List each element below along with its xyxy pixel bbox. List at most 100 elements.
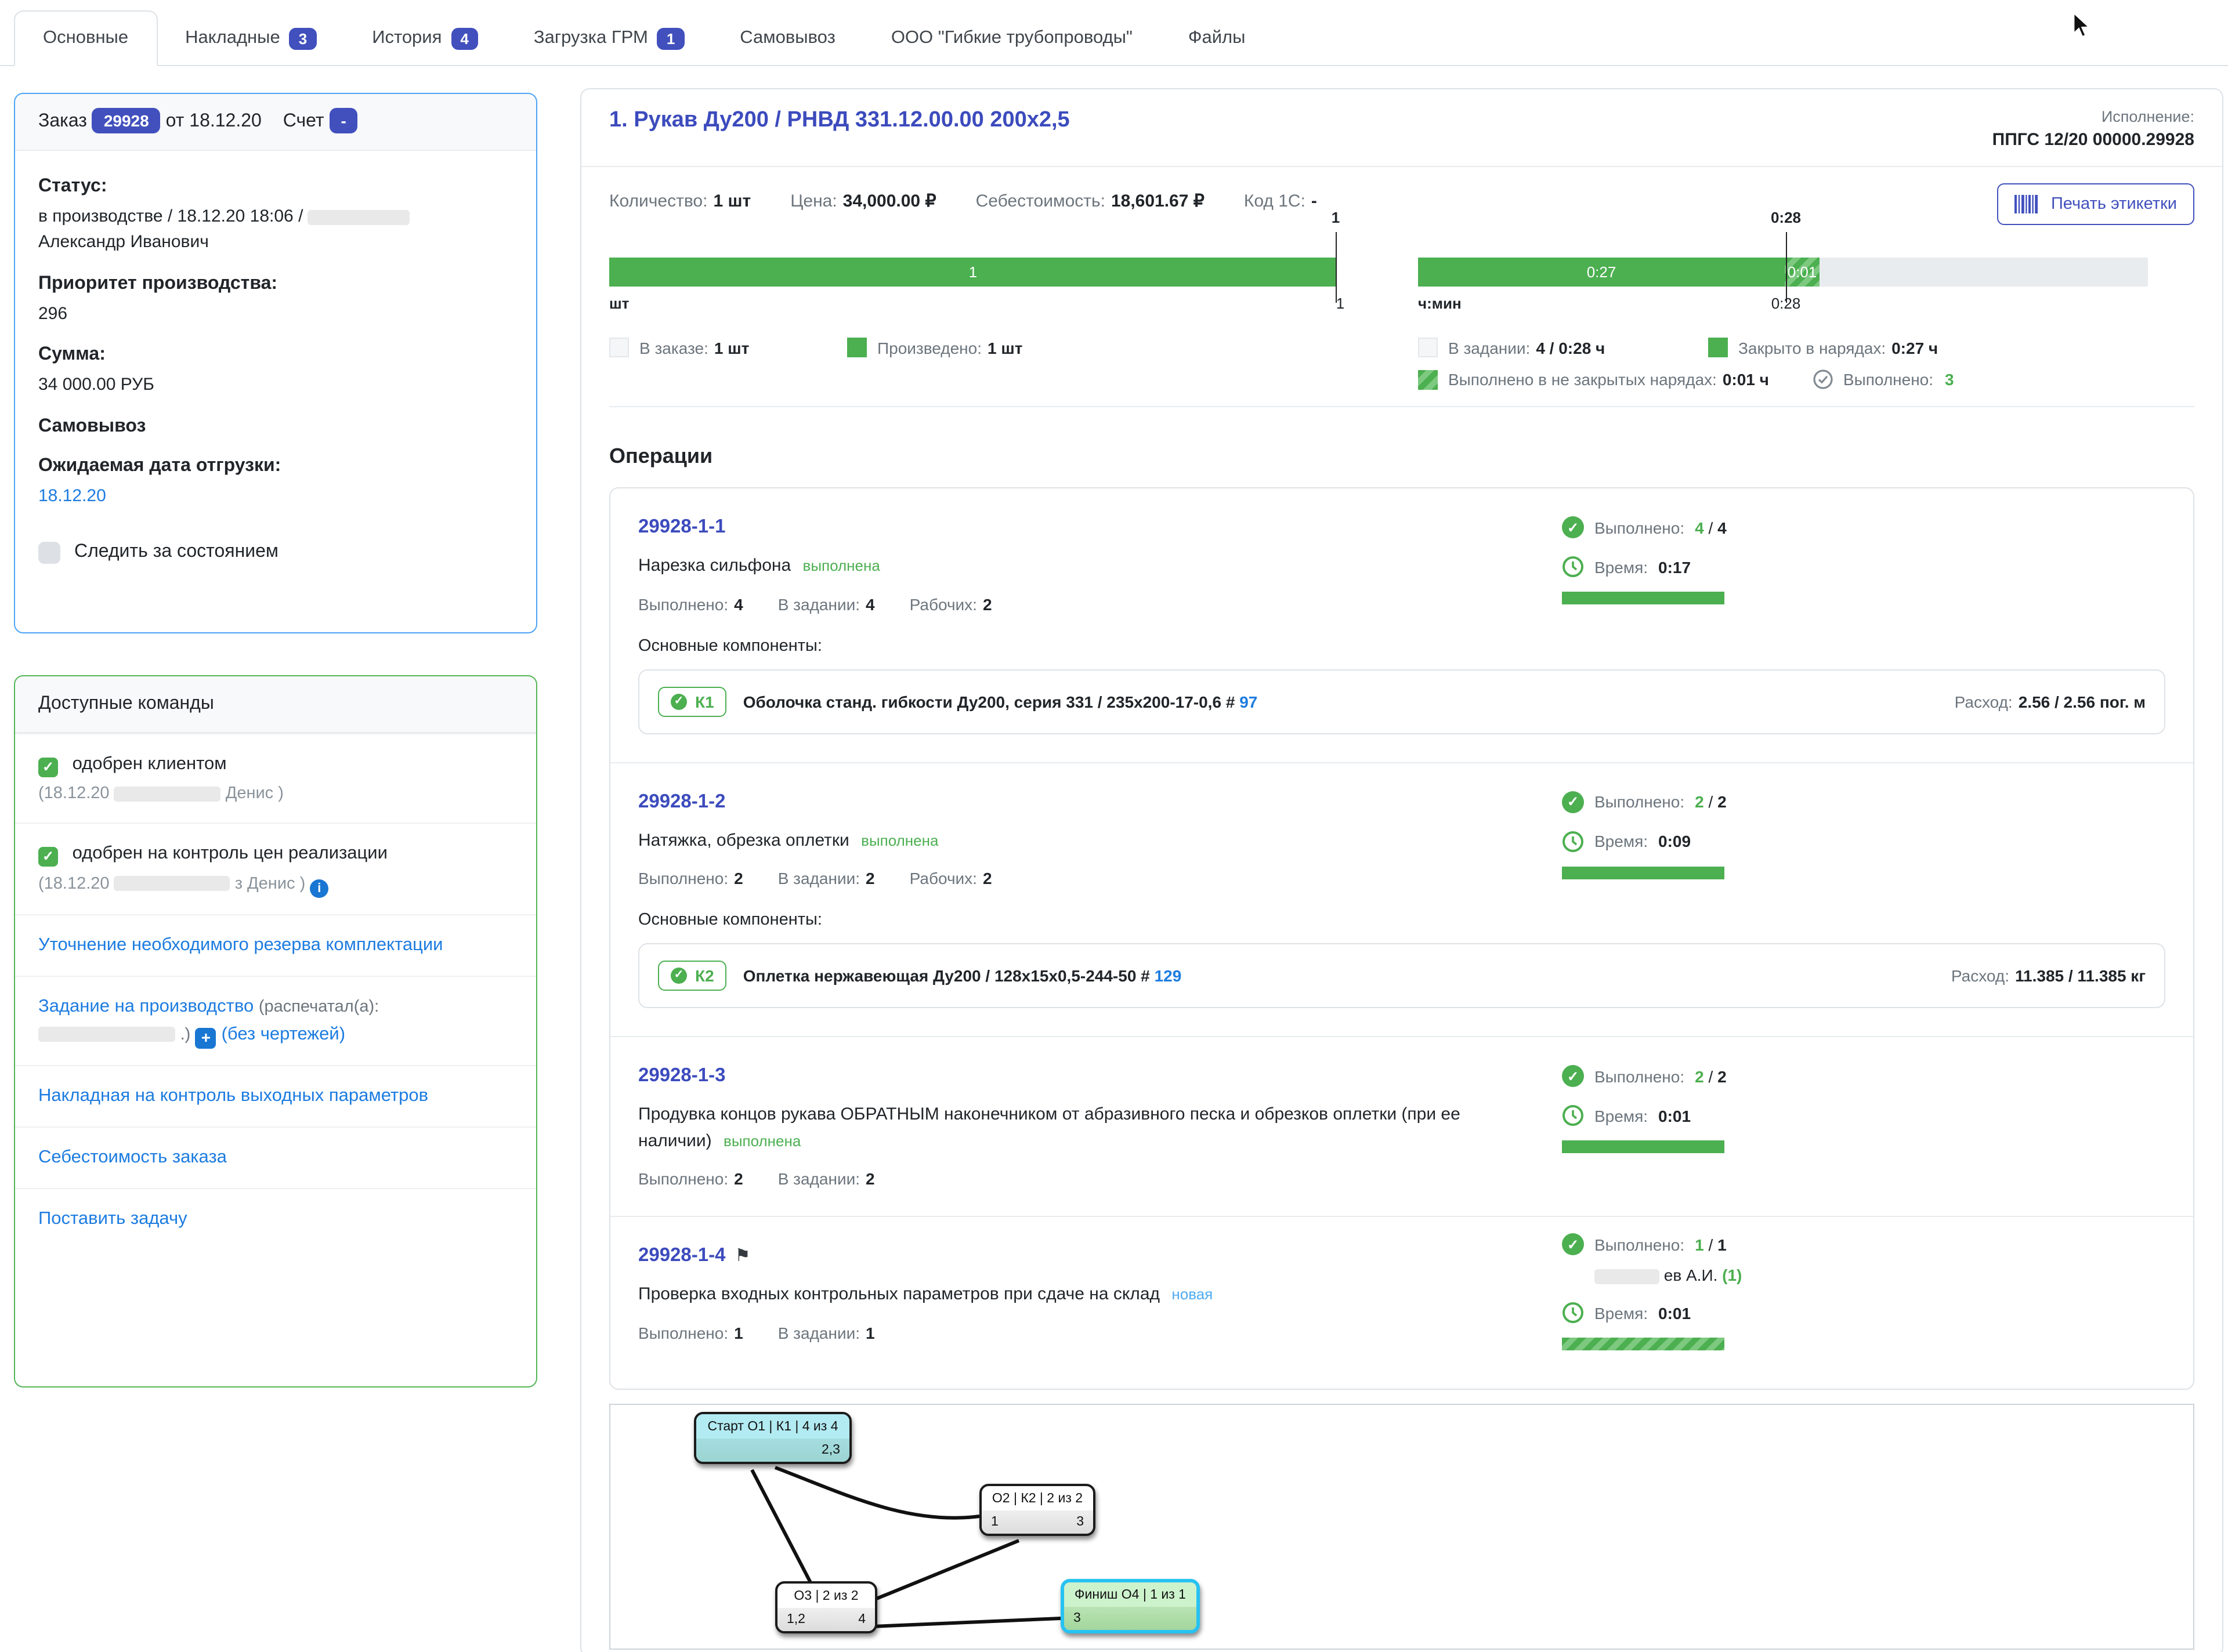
order-page: Основные Накладные 3 История4 Загрузка ГР…: [0, 0, 2228, 1652]
priority-value: 296: [38, 301, 513, 327]
tab-label: Загрузка ГРМ: [534, 28, 648, 49]
command-output-params-invoice: Накладная на контроль выходных параметро…: [15, 1065, 536, 1126]
tab-count-badge: 3: [290, 27, 316, 49]
quantity-tick: [1336, 232, 1337, 303]
progress-bars: 1 1 1 шт 0:27 0:01 0:28 0:28 ч:мин: [609, 258, 2194, 287]
legend-swatch-light: [609, 338, 629, 357]
component-badge[interactable]: ✓К2: [658, 961, 727, 991]
output-params-link[interactable]: Накладная на контроль выходных параметро…: [38, 1086, 428, 1106]
check-circle-icon: ✓: [1562, 516, 1584, 538]
tab-grm-load[interactable]: Загрузка ГРМ1: [506, 12, 712, 65]
operation-row: 29928-1-1 Нарезка сильфона выполнена Вып…: [610, 488, 2193, 762]
follow-label: Следить за состоянием: [74, 542, 278, 563]
stat-qty: Количество:1 шт: [609, 191, 751, 211]
tab-history[interactable]: История4: [344, 12, 506, 65]
check-circle-icon: ✓: [1562, 791, 1584, 813]
operation-link[interactable]: 29928-1-2: [638, 791, 725, 811]
ship-date-link[interactable]: 18.12.20: [38, 486, 106, 506]
command-meta: (18.12.20 Денис ): [38, 781, 513, 807]
operation-row: 29928-1-4 ⚑ Проверка входных контрольных …: [610, 1216, 2193, 1388]
sum-label: Сумма:: [38, 345, 513, 366]
flag-icon: ⚑: [735, 1246, 750, 1266]
time-bar: 0:27 0:01: [1418, 258, 2148, 287]
operation-time-bar: [1562, 1338, 1724, 1350]
production-task-link[interactable]: Задание на производство: [38, 997, 254, 1016]
barcode-icon: [2015, 195, 2041, 213]
stats-row: Количество:1 шт Цена:34,000.00 ₽ Себесто…: [609, 190, 2194, 211]
operation-time-bar: [1562, 866, 1724, 879]
operation-progress: ✓Выполнено:1 / 1 ев А.И. (1) Время:0:01: [1562, 1233, 2165, 1350]
ship-date-row: 18.12.20: [38, 484, 513, 509]
order-label: Заказ: [38, 111, 87, 131]
operation-progress: ✓Выполнено:2 / 2 Время:0:09: [1562, 791, 2165, 879]
order-number-badge[interactable]: 29928: [92, 108, 161, 133]
diagram-node-start: Старт O1 | К1 | 4 из 4 2,3: [694, 1411, 852, 1463]
operation-progress: ✓Выполнено:2 / 2 Время:0:01: [1562, 1065, 2165, 1153]
execution-label: Исполнение:: [1992, 108, 2194, 125]
tab-pickup[interactable]: Самовывоз: [712, 12, 863, 65]
operation-time-bar: [1562, 1140, 1724, 1153]
component-stock-link[interactable]: 97: [1239, 692, 1257, 711]
operation-row: 29928-1-3 Продувка концов рукава ОБРАТНЫ…: [610, 1036, 2193, 1216]
component-name: Оплетка нержавеющая Ду200 / 128x15x0,5-2…: [743, 966, 1182, 985]
sum-value: 34 000.00 РУБ: [38, 373, 513, 398]
info-icon[interactable]: i: [310, 879, 328, 898]
available-commands-card: Доступные команды ✓ одобрен клиентом (18…: [14, 675, 537, 1387]
redacted-text: [1594, 1269, 1659, 1284]
no-drawings-link[interactable]: (без чертежей): [222, 1024, 345, 1044]
invoice-badge[interactable]: -: [329, 108, 357, 133]
time-closed-segment: 0:27: [1418, 258, 1785, 287]
quantity-produced-segment: 1: [609, 258, 1337, 287]
command-approved-price-control: ✓ одобрен на контроль цен реализации (18…: [15, 823, 536, 914]
order-date: от 18.12.20: [166, 111, 262, 131]
tab-bar: Основные Накладные 3 История4 Загрузка ГР…: [0, 0, 2228, 66]
check-circle-icon: ✓: [1562, 1065, 1584, 1087]
order-cost-link[interactable]: Себестоимость заказа: [38, 1147, 227, 1167]
time-tick-top-label: 0:28: [1751, 209, 1821, 226]
operation-link[interactable]: 29928-1-3: [638, 1065, 725, 1086]
print-label-button[interactable]: Печать этикетки: [1998, 183, 2194, 225]
operation-progress: ✓Выполнено:4 / 4 Время:0:17: [1562, 516, 2165, 604]
operation-name: Проверка входных контрольных параметров …: [638, 1282, 1497, 1308]
diagram-node-o3: O3 | 2 из 2 1,24: [775, 1581, 877, 1633]
components-label: Основные компоненты:: [638, 636, 2165, 655]
legend-swatch-green: [847, 338, 867, 357]
operation-link[interactable]: 29928-1-1: [638, 516, 725, 537]
tab-main[interactable]: Основные: [14, 10, 157, 66]
execution-value: ППГС 12/20 00000.29928: [1992, 130, 2194, 150]
component-row: ✓К2 Оплетка нержавеющая Ду200 / 128x15x0…: [638, 943, 2165, 1008]
tab-label: Накладные: [185, 28, 280, 49]
command-meta: (18.12.20 з Денис ) i: [38, 871, 513, 898]
command-create-task: Поставить задачу: [15, 1188, 536, 1249]
command-label: одобрен клиентом: [73, 754, 227, 774]
plus-icon[interactable]: +: [196, 1028, 216, 1049]
tab-company[interactable]: ООО "Гибкие трубопроводы": [863, 12, 1160, 65]
legend-open-orders: Выполнено в не закрытых нарядах:0:01 ч: [1418, 369, 1769, 389]
stat-cost: Себестоимость:18,601.67 ₽: [976, 190, 1205, 211]
quantity-tick-bottom-label: 1: [1305, 295, 1375, 312]
printed-by-label: (распечатал(а):: [259, 998, 379, 1016]
tab-files[interactable]: Файлы: [1160, 12, 1274, 65]
order-summary-card: Заказ 29928 от 18.12.20 Счет - Статус: в…: [14, 93, 537, 633]
quantity-unit: шт: [609, 295, 629, 312]
tab-label: Самовывоз: [740, 28, 836, 49]
operation-worker: ев А.И. (1): [1594, 1266, 2165, 1284]
product-title-link[interactable]: 1. Рукав Ду200 / РНВД 331.12.00.00 200x2…: [609, 108, 1070, 133]
legend-produced: Произведено:1 шт: [847, 338, 1172, 357]
follow-checkbox[interactable]: [38, 542, 60, 564]
product-header: 1. Рукав Ду200 / РНВД 331.12.00.00 200x2…: [581, 89, 2222, 167]
command-approved-client: ✓ одобрен клиентом (18.12.20 Денис ): [15, 733, 536, 823]
component-badge[interactable]: ✓К1: [658, 686, 727, 716]
command-order-cost: Себестоимость заказа: [15, 1126, 536, 1188]
reserve-clarification-link[interactable]: Уточнение необходимого резерва комплекта…: [38, 935, 443, 955]
component-stock-link[interactable]: 129: [1155, 966, 1182, 985]
execution-block: Исполнение: ППГС 12/20 00000.29928: [1992, 108, 2194, 150]
operation-link[interactable]: 29928-1-4: [638, 1245, 725, 1266]
bar-legends: В заказе:1 шт Произведено:1 шт В задании…: [609, 338, 2194, 390]
tab-invoices[interactable]: Накладные 3: [157, 12, 344, 65]
legend-swatch-striped: [1418, 369, 1438, 389]
command-label: одобрен на контроль цен реализации: [73, 844, 388, 864]
create-task-link[interactable]: Поставить задачу: [38, 1209, 187, 1229]
print-label-text: Печать этикетки: [2051, 195, 2177, 213]
operation-name: Продувка концов рукава ОБРАТНЫМ наконечн…: [638, 1102, 1497, 1154]
